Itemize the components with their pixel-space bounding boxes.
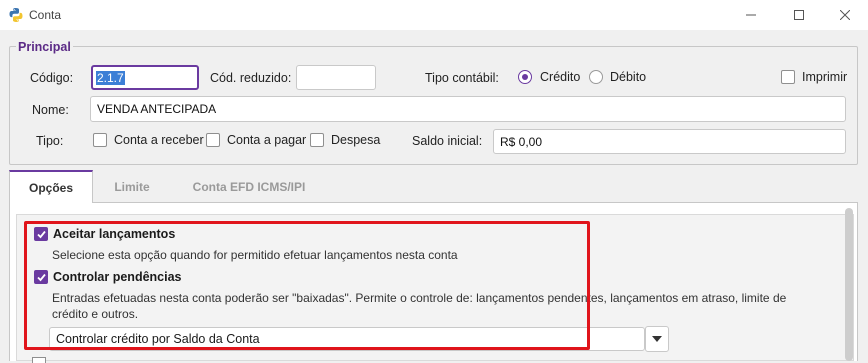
close-button[interactable]: [822, 0, 868, 30]
credito-label[interactable]: Crédito: [540, 70, 580, 84]
cod-reduzido-label: Cód. reduzido:: [210, 71, 292, 85]
tipo-label: Tipo:: [36, 134, 64, 148]
tipo-contabil-label: Tipo contábil:: [425, 71, 499, 85]
maximize-icon: [794, 10, 804, 20]
debito-radio[interactable]: [589, 70, 603, 84]
nome-input[interactable]: VENDA ANTECIPADA: [90, 96, 846, 122]
imprimir-checkbox[interactable]: [781, 70, 795, 84]
close-icon: [840, 10, 850, 20]
credito-radio[interactable]: [518, 70, 532, 84]
minimize-button[interactable]: [728, 0, 774, 30]
partial-checkbox[interactable]: [32, 357, 46, 363]
tab-conta-efd[interactable]: Conta EFD ICMS/IPI: [179, 170, 319, 203]
tab-limite[interactable]: Limite: [101, 170, 163, 203]
window-title: Conta: [29, 8, 62, 22]
chevron-down-icon: [652, 336, 662, 342]
python-icon: [8, 7, 24, 23]
vertical-scrollbar[interactable]: [845, 208, 853, 361]
tab-opcoes[interactable]: Opções: [9, 170, 93, 204]
nome-label: Nome:: [32, 103, 69, 117]
codigo-value: 2.1.7: [96, 70, 125, 85]
codigo-label: Código:: [30, 71, 74, 85]
imprimir-label[interactable]: Imprimir: [802, 70, 847, 84]
conta-receber-checkbox[interactable]: [93, 133, 107, 147]
conta-pagar-checkbox[interactable]: [206, 133, 220, 147]
conta-receber-label[interactable]: Conta a receber: [114, 133, 204, 147]
maximize-button[interactable]: [776, 0, 822, 30]
cod-reduzido-input[interactable]: [296, 65, 376, 90]
saldo-inicial-label: Saldo inicial:: [412, 134, 483, 148]
minimize-icon: [746, 14, 756, 16]
saldo-inicial-input[interactable]: R$ 0,00: [493, 129, 846, 154]
conta-pagar-label[interactable]: Conta a pagar: [227, 133, 306, 147]
debito-label[interactable]: Débito: [610, 70, 646, 84]
despesa-label[interactable]: Despesa: [331, 133, 380, 147]
codigo-input[interactable]: 2.1.7: [91, 65, 199, 90]
highlight-box: [24, 221, 590, 350]
tab-bar: Opções Limite Conta EFD ICMS/IPI: [9, 170, 858, 204]
principal-legend: Principal: [16, 40, 73, 54]
title-bar: Conta: [0, 0, 868, 30]
despesa-checkbox[interactable]: [310, 133, 324, 147]
controle-credito-dropdown-button[interactable]: [645, 326, 669, 352]
